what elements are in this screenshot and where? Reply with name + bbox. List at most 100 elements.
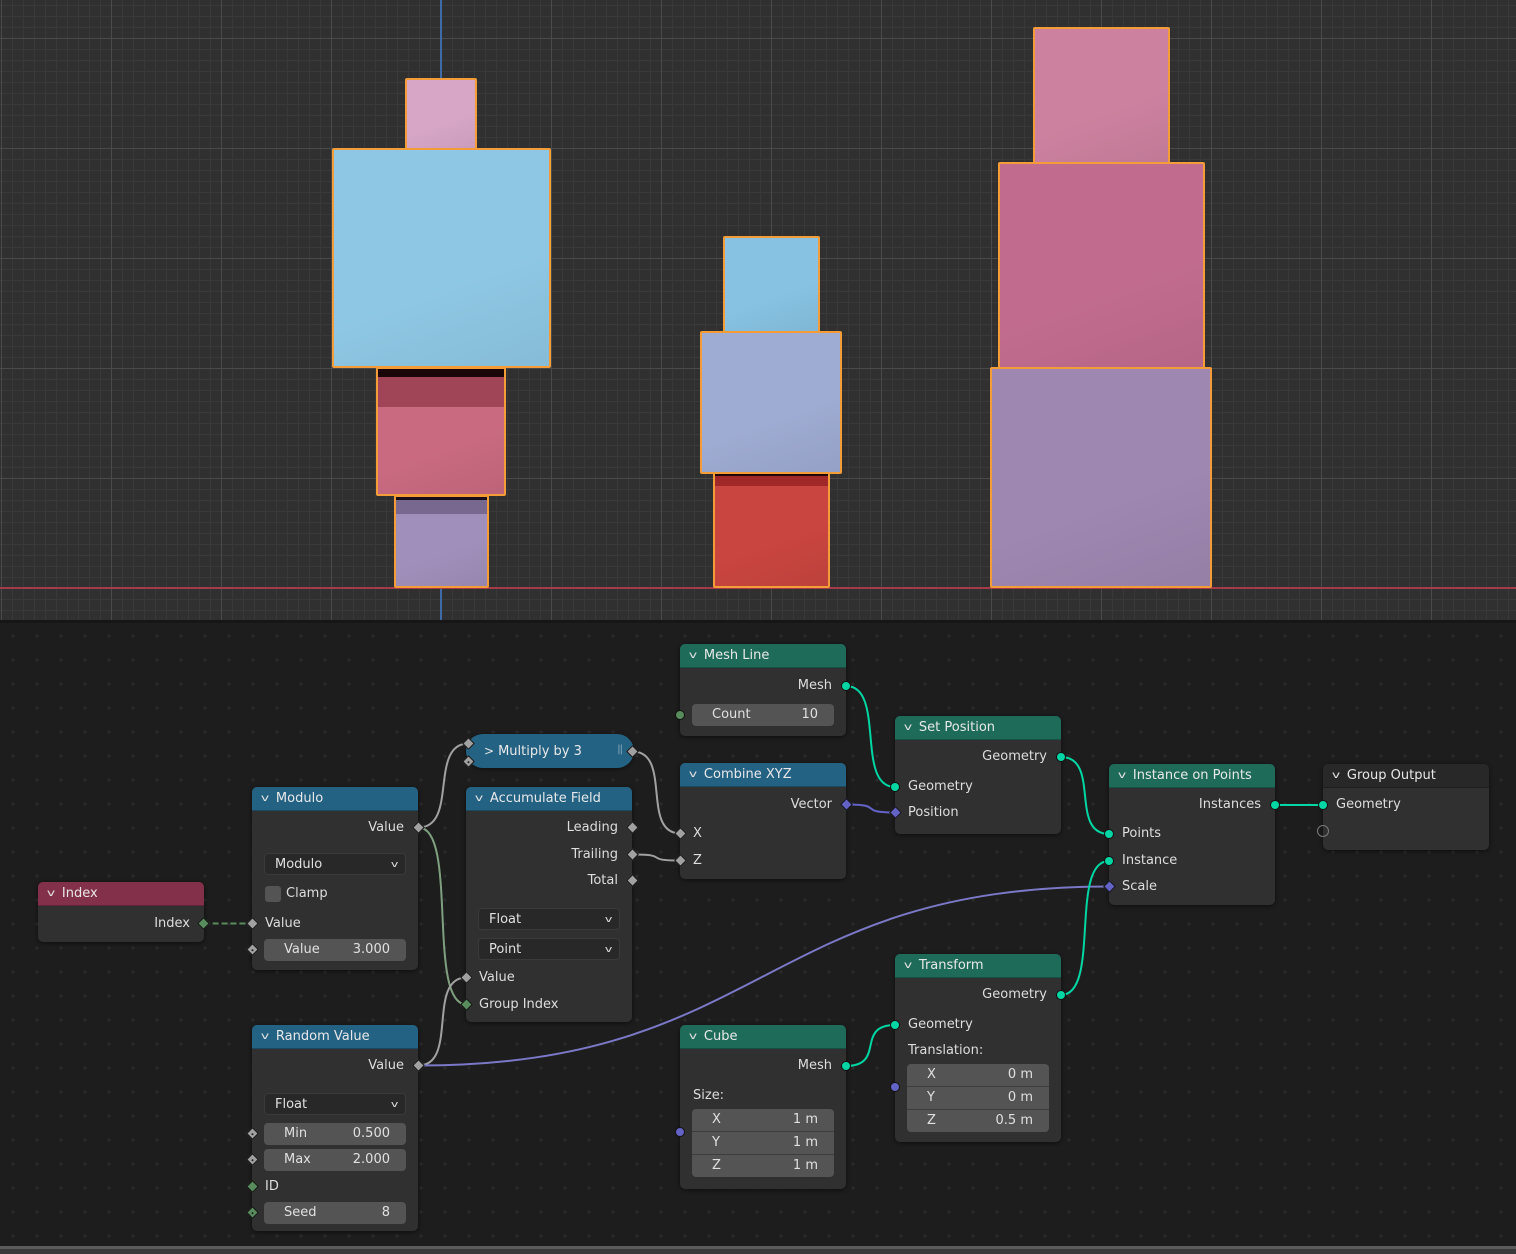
- size-vector-field[interactable]: X 1 m Y 1 m Z 1 m: [692, 1109, 834, 1177]
- chevron-down-icon[interactable]: v: [904, 722, 912, 733]
- node-index[interactable]: v Index Index: [38, 882, 210, 942]
- chevron-down-icon[interactable]: v: [261, 1031, 269, 1042]
- socket-label-group-index: Group Index: [479, 997, 559, 1012]
- chevron-down-icon[interactable]: v: [689, 1031, 697, 1042]
- node-header[interactable]: v Transform: [895, 954, 1061, 978]
- input-socket-points[interactable]: [1104, 829, 1114, 839]
- node-title: Random Value: [275, 1029, 370, 1044]
- max-field[interactable]: Max 2.000: [264, 1149, 406, 1171]
- node-instance-on-points[interactable]: v Instance on Points Instances Points Ins…: [1103, 764, 1280, 905]
- node-header[interactable]: v Accumulate Field: [466, 787, 632, 811]
- chevron-right-icon[interactable]: >: [484, 744, 494, 758]
- field-label: Max: [284, 1152, 311, 1167]
- field-label: Count: [712, 707, 751, 722]
- instance-cube[interactable]: [1033, 27, 1170, 164]
- input-socket-instance[interactable]: [1104, 856, 1114, 866]
- node-title: Multiply by 3: [498, 743, 582, 759]
- chevron-down-icon[interactable]: v: [475, 793, 483, 804]
- instance-cube[interactable]: [405, 78, 477, 150]
- node-header[interactable]: v Instance on Points: [1109, 764, 1275, 788]
- node-group-output[interactable]: v Group Output Geometry: [1317, 764, 1489, 850]
- instance-cube[interactable]: [394, 495, 489, 588]
- node-modulo[interactable]: v Modulo Value Modulo v Clamp Value Value 3…: [246, 787, 425, 970]
- socket-label-geometry: Geometry: [908, 779, 973, 794]
- empty-input-socket[interactable]: [1317, 825, 1329, 837]
- node-title: Cube: [703, 1029, 738, 1044]
- chevron-down-icon[interactable]: v: [904, 960, 912, 971]
- data-type-dropdown[interactable]: Float v: [264, 1093, 406, 1115]
- node-random-value[interactable]: v Random Value Value Float v Min 0.500 Max 2…: [246, 1025, 425, 1231]
- chevron-down-icon[interactable]: v: [1332, 770, 1340, 781]
- instance-cube[interactable]: [700, 331, 842, 474]
- axis-label: Z: [927, 1113, 936, 1128]
- socket-label-value: Value: [368, 820, 404, 835]
- translation-vector-field[interactable]: X 0 m Y 0 m Z 0.5 m: [907, 1064, 1049, 1132]
- node-accumulate-field[interactable]: v Accumulate Field Leading Trailing Total…: [460, 787, 639, 1022]
- chevron-down-icon[interactable]: v: [689, 769, 697, 780]
- instance-cube[interactable]: [713, 472, 830, 588]
- 3d-viewport[interactable]: [0, 0, 1516, 620]
- socket-label-geometry: Geometry: [982, 987, 1047, 1002]
- data-type-dropdown[interactable]: Float v: [478, 908, 620, 930]
- domain-dropdown[interactable]: Point v: [478, 938, 620, 960]
- size-z-field[interactable]: Z 1 m: [692, 1154, 834, 1177]
- node-header[interactable]: v Set Position: [895, 716, 1061, 740]
- node-set-position[interactable]: v Set Position Geometry Geometry Position: [889, 716, 1066, 834]
- instance-cube[interactable]: [998, 162, 1205, 370]
- field-label: Min: [284, 1126, 308, 1141]
- node-header[interactable]: v Mesh Line: [680, 644, 846, 668]
- field-value: 0.500: [352, 1126, 390, 1141]
- node-cube[interactable]: v Cube Mesh Size: X 1 m Y 1 m Z 1 m: [675, 1025, 851, 1189]
- socket-label-instances: Instances: [1198, 797, 1261, 812]
- node-combine-xyz[interactable]: v Combine XYZ Vector X Z: [674, 763, 853, 879]
- output-socket-geometry[interactable]: [1056, 752, 1066, 762]
- instance-cube[interactable]: [376, 367, 506, 496]
- chevron-down-icon[interactable]: v: [1118, 770, 1126, 781]
- field-value: 10: [801, 707, 818, 722]
- scrollbar-thumb[interactable]: [0, 1246, 1516, 1249]
- translation-y-field[interactable]: Y 0 m: [907, 1086, 1049, 1109]
- value-field[interactable]: Value 3.000: [264, 939, 406, 961]
- node-header[interactable]: v Modulo: [252, 787, 418, 811]
- translation-x-field[interactable]: X 0 m: [907, 1064, 1049, 1086]
- min-field[interactable]: Min 0.500: [264, 1123, 406, 1145]
- node-header[interactable]: v Combine XYZ: [680, 763, 846, 787]
- chevron-down-icon[interactable]: v: [47, 888, 55, 899]
- node-header[interactable]: v Random Value: [252, 1025, 418, 1049]
- node-mesh-line[interactable]: v Mesh Line Mesh Count 10: [675, 644, 851, 736]
- input-socket-translation[interactable]: [890, 1082, 900, 1092]
- instance-cube[interactable]: [723, 236, 820, 333]
- instance-cube[interactable]: [332, 148, 551, 368]
- socket-label-index: Index: [154, 916, 190, 931]
- size-y-field[interactable]: Y 1 m: [692, 1131, 834, 1154]
- output-socket-mesh[interactable]: [841, 681, 851, 691]
- chevron-down-icon[interactable]: v: [261, 793, 269, 804]
- input-socket-count[interactable]: [675, 710, 685, 720]
- operation-dropdown[interactable]: Modulo v: [264, 853, 406, 875]
- axis-label: Y: [712, 1135, 720, 1150]
- socket-label-z: Z: [693, 853, 702, 868]
- chevron-down-icon[interactable]: v: [689, 650, 697, 661]
- input-socket-geometry[interactable]: [890, 782, 900, 792]
- node-header[interactable]: v Group Output: [1323, 764, 1489, 788]
- node-header[interactable]: v Index: [38, 882, 204, 906]
- size-x-field[interactable]: X 1 m: [692, 1109, 834, 1131]
- clamp-checkbox[interactable]: [265, 886, 281, 902]
- translation-z-field[interactable]: Z 0.5 m: [907, 1109, 1049, 1132]
- output-socket-geometry[interactable]: [1056, 990, 1066, 1000]
- socket-label-geometry: Geometry: [1336, 797, 1401, 812]
- node-header[interactable]: v Cube: [680, 1025, 846, 1049]
- field-value: 3.000: [352, 942, 390, 957]
- output-socket-mesh[interactable]: [841, 1061, 851, 1071]
- output-socket-instances[interactable]: [1270, 800, 1280, 810]
- input-socket-size[interactable]: [675, 1127, 685, 1137]
- node-multiply-by-3[interactable]: > Multiply by 3 ||: [466, 734, 634, 768]
- node-transform[interactable]: v Transform Geometry Geometry Translation…: [890, 954, 1066, 1142]
- input-socket-geometry[interactable]: [1318, 800, 1328, 810]
- clamp-label: Clamp: [286, 886, 328, 901]
- input-socket-geometry[interactable]: [890, 1020, 900, 1030]
- instance-cube[interactable]: [990, 367, 1212, 588]
- chevron-down-icon: v: [390, 860, 399, 870]
- count-field[interactable]: Count 10: [692, 704, 834, 726]
- seed-field[interactable]: Seed 8: [264, 1202, 406, 1224]
